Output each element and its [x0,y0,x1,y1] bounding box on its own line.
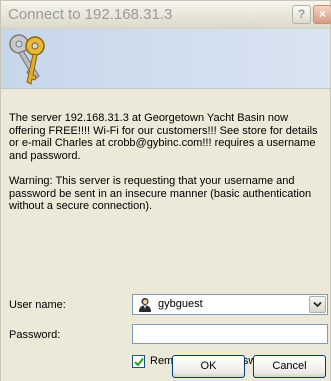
help-button[interactable]: ? [292,5,311,24]
title-bar[interactable]: Connect to 192.168.31.3 ? × [1,1,331,29]
dialog-banner [1,29,330,89]
username-dropdown-button[interactable] [309,296,326,313]
server-message: The server 192.168.31.3 at Georgetown Ya… [9,112,318,162]
remember-checkbox[interactable] [132,355,145,368]
check-mark-icon [134,357,144,367]
close-button[interactable]: × [313,5,331,24]
cancel-button[interactable]: Cancel [253,355,326,378]
username-label: User name: [9,299,66,311]
user-icon [139,297,151,312]
dialog-body: The server 192.168.31.3 at Georgetown Ya… [1,90,330,381]
connect-dialog: Connect to 192.168.31.3 ? × The server 1… [0,0,331,381]
keys-icon [9,34,45,85]
password-field[interactable] [132,324,328,344]
security-warning: Warning: This server is requesting that … [9,175,312,212]
username-value: gybguest [158,298,203,310]
username-combobox[interactable]: gybguest [132,294,328,315]
chevron-down-icon [313,301,322,308]
ok-button[interactable]: OK [172,355,245,378]
window-title: Connect to 192.168.31.3 [8,6,173,23]
password-label: Password: [9,329,61,341]
